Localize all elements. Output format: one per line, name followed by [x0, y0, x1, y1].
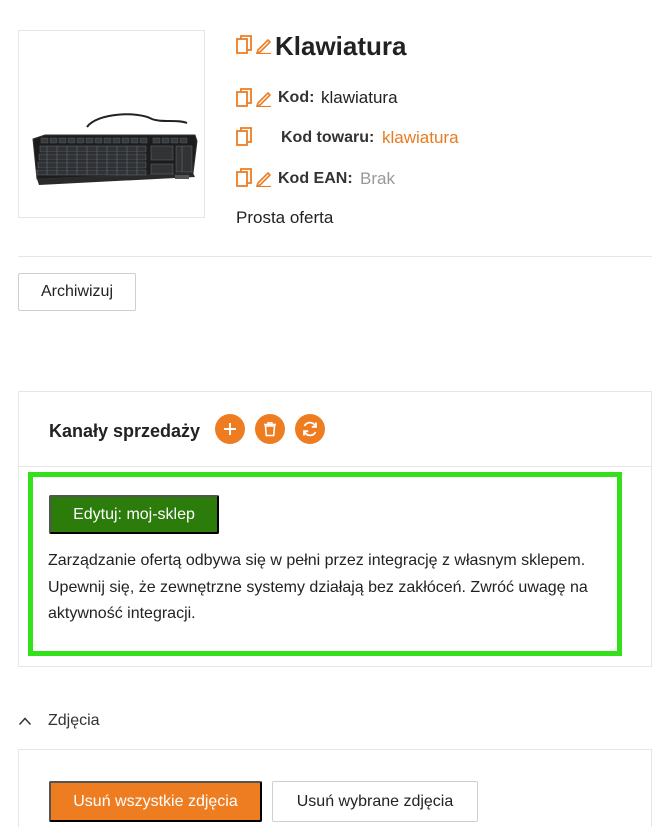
refresh-icon [303, 421, 317, 437]
divider [18, 256, 652, 257]
product-image-frame [18, 30, 205, 218]
edit-icon[interactable] [255, 37, 272, 59]
channel-description: Zarządzanie ofertą odbywa się w pełni pr… [48, 552, 588, 622]
offer-type: Prosta oferta [236, 208, 334, 227]
sales-channels-title: Kanały sprzedaży [49, 421, 201, 441]
photos-section-label[interactable]: Zdjęcia [48, 711, 100, 731]
product-title: Klawiatura [275, 31, 407, 61]
edit-icon[interactable] [255, 90, 272, 112]
refresh-channels-button[interactable] [295, 414, 325, 444]
copy-icon[interactable] [236, 88, 253, 113]
photos-collapse-toggle[interactable] [18, 710, 32, 732]
edit-icon[interactable] [255, 170, 272, 192]
trash-icon [264, 422, 276, 437]
copy-icon[interactable] [236, 127, 253, 152]
chevron-up-icon [18, 717, 32, 726]
product-code-label: Kod towaru: [281, 129, 375, 146]
copy-icon[interactable] [236, 168, 253, 193]
product-code-link[interactable]: klawiatura [382, 128, 459, 148]
delete-all-photos-button[interactable]: Usuń wszystkie zdjęcia [49, 781, 262, 822]
copy-icon[interactable] [236, 35, 253, 60]
code-value: klawiatura [321, 88, 398, 107]
ean-label: Kod EAN: [278, 170, 353, 187]
add-channel-button[interactable] [215, 414, 245, 444]
delete-channel-button[interactable] [255, 414, 285, 444]
ean-value: Brak [360, 169, 395, 188]
keyboard-product-image [32, 113, 198, 185]
plus-icon [224, 423, 236, 435]
divider [19, 466, 652, 467]
archive-button[interactable]: Archiwizuj [18, 273, 136, 311]
edit-channel-button[interactable]: Edytuj: moj-sklep [49, 495, 219, 534]
code-label: Kod: [278, 89, 315, 106]
delete-selected-photos-button[interactable]: Usuń wybrane zdjęcia [272, 781, 478, 822]
